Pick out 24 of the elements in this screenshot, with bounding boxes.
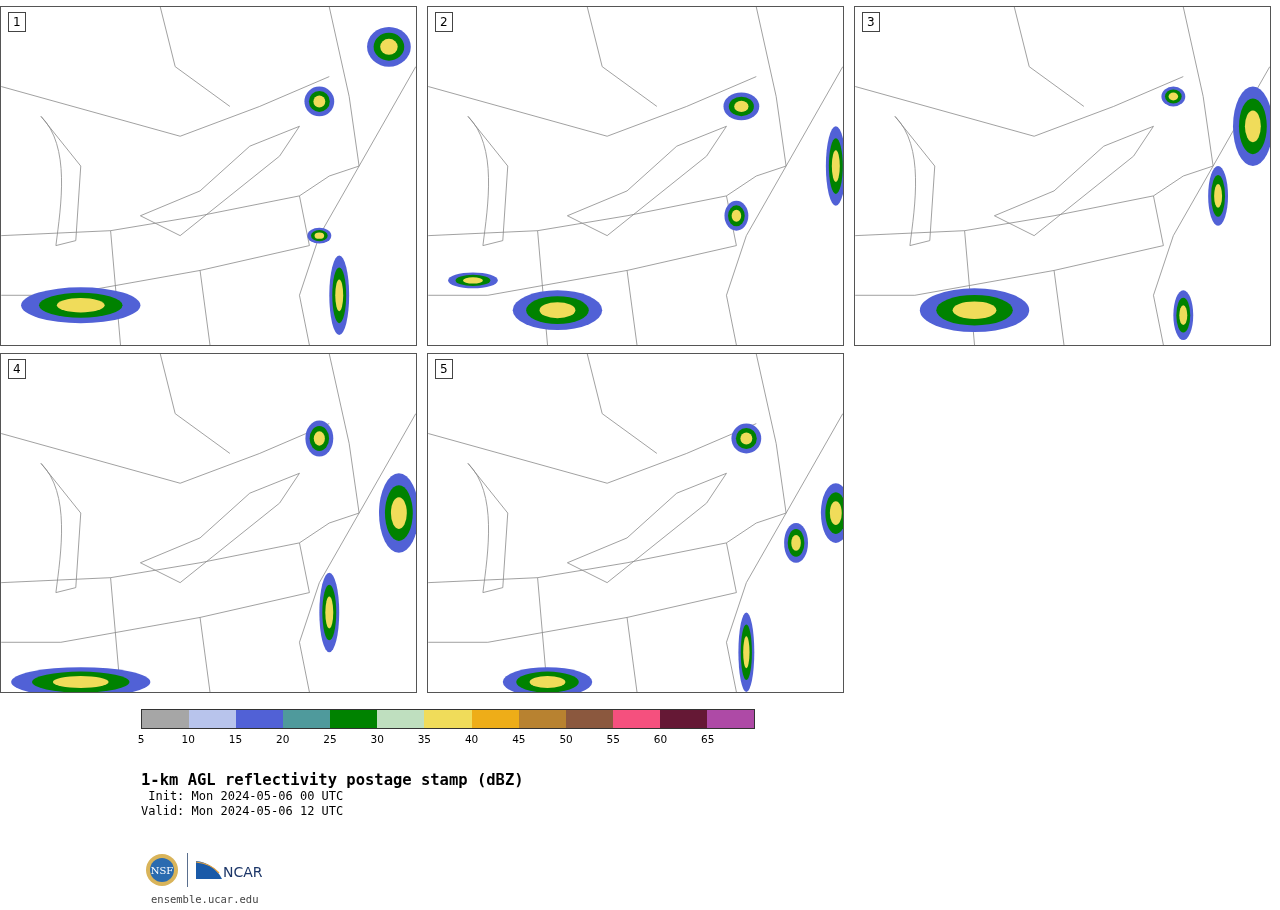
- ncar-logo: NCAR: [196, 861, 263, 879]
- tick-label: 50: [559, 733, 573, 745]
- tick-label: 40: [464, 733, 479, 745]
- tick-label: 55: [606, 733, 620, 745]
- tick-label: 60: [653, 733, 668, 745]
- member-number: 2: [435, 12, 453, 32]
- tick-label: 10: [181, 733, 195, 745]
- init-time: Init: Mon 2024-05-06 00 UTC: [147, 789, 345, 804]
- member-number: 3: [862, 12, 880, 32]
- nsf-logo: NSF: [145, 853, 179, 887]
- chart-title: 1-km AGL reflectivity postage stamp (dBZ): [141, 771, 525, 789]
- tick-label: 15: [228, 733, 243, 745]
- tick-label: 65: [701, 733, 715, 745]
- valid-time: Valid: Mon 2024-05-06 12 UTC: [141, 804, 345, 819]
- member-number: 4: [8, 359, 26, 379]
- tick-label: 30: [370, 733, 384, 745]
- site-url: ensemble.ucar.edu: [151, 893, 260, 905]
- tick-label: 25: [323, 733, 337, 745]
- tick-label: 5: [137, 733, 145, 745]
- member-number: 5: [435, 359, 453, 379]
- member-number: 1: [8, 12, 26, 32]
- tick-label: 20: [276, 733, 290, 745]
- tick-label: 45: [512, 733, 526, 745]
- tick-label: 35: [417, 733, 432, 745]
